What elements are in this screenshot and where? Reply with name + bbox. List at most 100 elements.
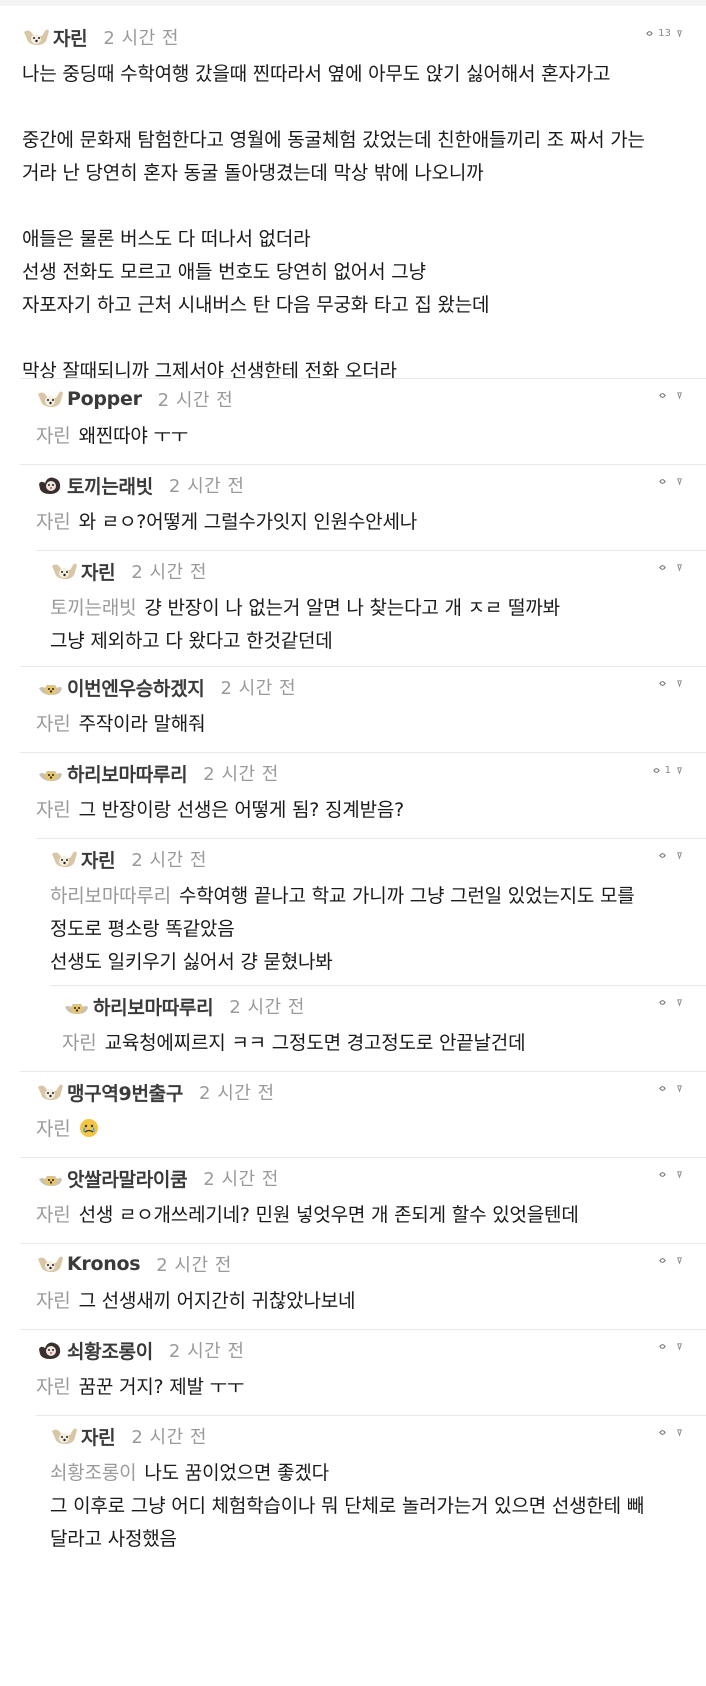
user-nickname[interactable]: Popper <box>67 388 142 410</box>
downvote-icon[interactable] <box>675 1256 684 1265</box>
crying-face-icon <box>79 1118 99 1140</box>
user-nickname[interactable]: 하리보마따루리 <box>67 760 188 787</box>
user-avatar-icon[interactable] <box>50 1425 78 1447</box>
comment-text: 그 반장이랑 선생은 어떻게 됨? 징계받음? <box>78 799 405 821</box>
user-nickname[interactable]: 맹구역9번출구 <box>67 1079 183 1106</box>
user-avatar-icon[interactable] <box>50 848 78 870</box>
mention-tag[interactable]: 자린 <box>36 1118 71 1140</box>
comment-body: 자린 <box>36 1113 99 1146</box>
comment-header: 토끼는래빗 2 시간 전 <box>36 470 244 500</box>
upvote-count: 13 <box>658 28 671 39</box>
upvote-icon[interactable] <box>658 563 667 572</box>
mention-tag[interactable]: 자린 <box>36 1204 71 1226</box>
comment-text: 자포자기 하고 근처 시내버스 탄 다음 무궁화 타고 집 왔는데 <box>22 294 490 316</box>
user-nickname[interactable]: 쇠황조롱이 <box>67 1337 153 1364</box>
comment-timestamp: 2 시간 전 <box>168 1341 245 1362</box>
comment-line: 나는 중딩때 수학여행 갔을때 찐따라서 옆에 아무도 앉기 싫어해서 혼자가고 <box>22 58 645 91</box>
mention-tag[interactable]: 자린 <box>36 511 71 533</box>
user-nickname[interactable]: 하리보마따루리 <box>93 993 214 1020</box>
comment-body: 쇠황조롱이 나도 꿈이었으면 좋겠다 그 이후로 그냥 어디 체험학습이나 뭐 단체… <box>50 1457 644 1556</box>
downvote-icon[interactable] <box>675 29 684 38</box>
mention-tag[interactable]: 자린 <box>36 1376 71 1398</box>
downvote-icon[interactable] <box>675 1342 684 1351</box>
mention-tag[interactable]: 자린 <box>36 425 71 447</box>
upvote-icon[interactable] <box>658 1256 667 1265</box>
comment-line: 쇠황조롱이 나도 꿈이었으면 좋겠다 <box>50 1457 644 1490</box>
upvote-icon[interactable] <box>658 1084 667 1093</box>
comment-divider <box>36 550 706 551</box>
user-avatar-icon[interactable] <box>50 560 78 582</box>
user-nickname[interactable]: 이번엔우승하겠지 <box>67 674 205 701</box>
downvote-icon[interactable] <box>675 851 684 860</box>
user-nickname[interactable]: 자린 <box>81 846 116 873</box>
downvote-icon[interactable] <box>675 391 684 400</box>
downvote-icon[interactable] <box>675 477 684 486</box>
comment-timestamp: 2 시간 전 <box>229 997 305 1018</box>
comment-body: 자린 왜찐따야 ㅜㅜ <box>36 420 188 453</box>
upvote-icon[interactable] <box>658 391 667 400</box>
mention-tag[interactable]: 자린 <box>36 799 71 821</box>
user-nickname[interactable]: 토끼는래빗 <box>67 472 153 499</box>
user-nickname[interactable]: 앗쌀라말라이쿰 <box>67 1165 188 1192</box>
downvote-icon[interactable] <box>675 1428 684 1437</box>
downvote-icon[interactable] <box>675 563 684 572</box>
mention-tag[interactable]: 쇠황조롱이 <box>50 1462 137 1484</box>
comment-text: 교육청에찌르지 ㅋㅋ 그정도면 경고정도로 안끝날건데 <box>104 1032 526 1054</box>
comment-text: 와 ㄹㅇ?어떻게 그럴수가잇지 인원수안세나 <box>78 511 418 533</box>
comment-body: 자린 그 반장이랑 선생은 어떻게 됨? 징계받음? <box>36 794 404 827</box>
vote-controls <box>658 1256 688 1265</box>
comment-divider <box>36 1415 706 1416</box>
upvote-icon[interactable] <box>658 679 667 688</box>
user-nickname[interactable]: 자린 <box>81 558 116 585</box>
comment-line: 토끼는래빗 걍 반장이 나 없는거 알면 나 찾는다고 개 ㅈㄹ 떨까봐 <box>50 592 560 625</box>
upvote-icon[interactable] <box>658 1170 667 1179</box>
downvote-icon[interactable] <box>675 998 684 1007</box>
upvote-icon[interactable] <box>658 1342 667 1351</box>
downvote-icon[interactable] <box>675 679 684 688</box>
comment-text: 그 선생새끼 어지간히 귀찮았나보네 <box>78 1290 356 1312</box>
comment-header: Popper 2 시간 전 <box>36 384 233 414</box>
user-avatar-icon[interactable] <box>36 1339 64 1361</box>
mention-tag[interactable]: 토끼는래빗 <box>50 597 137 619</box>
comment-line: 정도로 평소랑 똑같았음 <box>50 913 635 946</box>
vote-controls: 1 <box>652 765 688 776</box>
downvote-icon[interactable] <box>675 1170 684 1179</box>
comment-divider <box>36 838 706 839</box>
upvote-icon[interactable] <box>658 477 667 486</box>
downvote-icon[interactable] <box>675 766 684 775</box>
comment-line: 자린 꿈꾼 거지? 제발 ㅜㅜ <box>36 1371 244 1404</box>
user-avatar-icon[interactable] <box>36 676 64 698</box>
comment-header: 하리보마따루리 2 시간 전 <box>62 991 305 1021</box>
user-nickname[interactable]: 자린 <box>53 24 88 51</box>
comment-header: 앗쌀라말라이쿰 2 시간 전 <box>36 1163 279 1193</box>
user-nickname[interactable]: Kronos <box>67 1253 141 1275</box>
upvote-icon[interactable] <box>658 998 667 1007</box>
upvote-icon[interactable] <box>645 29 654 38</box>
user-avatar-icon[interactable] <box>36 1167 64 1189</box>
comment-line <box>22 322 645 355</box>
user-avatar-icon[interactable] <box>22 26 50 48</box>
upvote-icon[interactable] <box>658 1428 667 1437</box>
mention-tag[interactable]: 하리보마따루리 <box>50 885 171 907</box>
comment-divider <box>20 1243 706 1244</box>
vote-controls <box>658 998 688 1007</box>
user-avatar-icon[interactable] <box>36 388 64 410</box>
user-avatar-icon[interactable] <box>36 1253 64 1275</box>
mention-tag[interactable]: 자린 <box>36 713 71 735</box>
upvote-icon[interactable] <box>652 766 661 775</box>
comment-divider <box>20 752 706 753</box>
comment-text: 꿈꾼 거지? 제발 ㅜㅜ <box>78 1376 245 1398</box>
mention-tag[interactable]: 자린 <box>36 1290 71 1312</box>
comment-timestamp: 2 시간 전 <box>203 1169 279 1190</box>
comment-line: 중간에 문화재 탐험한다고 영월에 동굴체험 갔었는데 친한애들끼리 조 짜서 … <box>22 124 645 157</box>
user-avatar-icon[interactable] <box>36 762 64 784</box>
downvote-icon[interactable] <box>675 1084 684 1093</box>
user-avatar-icon[interactable] <box>36 1081 64 1103</box>
upvote-icon[interactable] <box>658 851 667 860</box>
user-avatar-icon[interactable] <box>36 474 64 496</box>
user-avatar-icon[interactable] <box>62 995 90 1017</box>
mention-tag[interactable]: 자린 <box>62 1032 97 1054</box>
comment-header: 쇠황조롱이 2 시간 전 <box>36 1335 244 1365</box>
comment-line: 자린 그 선생새끼 어지간히 귀찮았나보네 <box>36 1285 355 1318</box>
user-nickname[interactable]: 자린 <box>81 1423 116 1450</box>
